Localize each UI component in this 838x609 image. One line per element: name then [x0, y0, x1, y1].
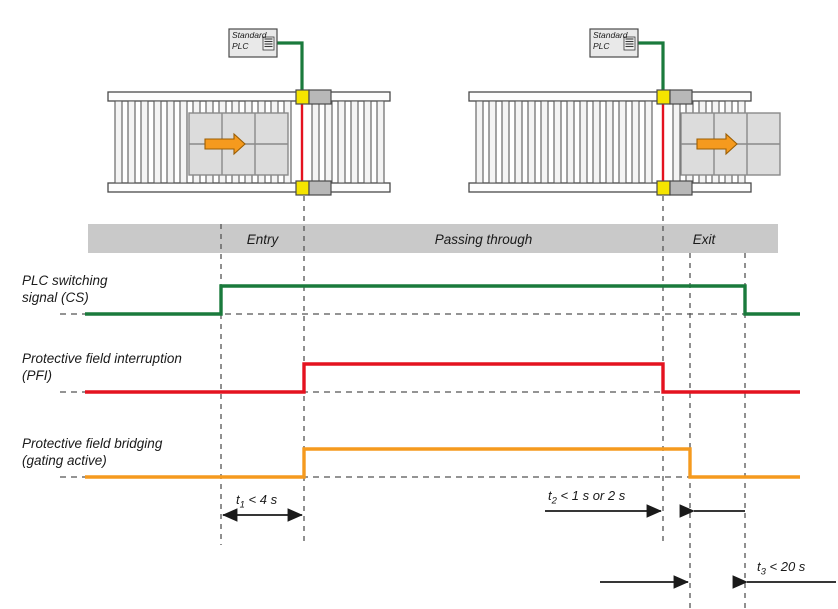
- timing-text: < 20 s: [765, 559, 806, 574]
- plc-label-line2: PLC: [593, 40, 610, 51]
- plc-label-line1: Standard: [593, 30, 628, 40]
- plc-label-line2: PLC: [232, 40, 249, 51]
- timing-text: < 4 s: [244, 492, 278, 507]
- guide-lines: [220, 196, 746, 609]
- plc-caption-right: Standard PLC: [593, 30, 628, 51]
- conveyor-rail-bottom: [468, 182, 752, 193]
- phase-label-entry: Entry: [246, 232, 279, 247]
- timing-text: < 1 s or 2 s: [556, 488, 626, 503]
- conveyor-rail-top: [107, 91, 391, 102]
- signal-label-pfi: Protective field interruption (PFI): [22, 351, 182, 383]
- sensor-bottom: [295, 180, 332, 196]
- conveyor-load: [680, 112, 781, 176]
- plc-caption-left: Standard PLC: [232, 30, 267, 51]
- signal-label-cs: PLC switching signal (CS): [22, 273, 108, 305]
- plc-cable: [637, 41, 665, 97]
- signal-label-bridging: Protective field bridging (gating active…: [22, 436, 163, 468]
- exit-scene: [468, 28, 781, 196]
- plc-cable: [276, 41, 304, 97]
- phase-label-passing: Passing through: [434, 232, 533, 247]
- timing-label-t3: t3 < 20 s: [757, 559, 805, 578]
- timing-diagram: PLC switching signal (CS) Protective fie…: [0, 0, 838, 609]
- timing-label-t2: t2 < 1 s or 2 s: [548, 488, 625, 507]
- phase-label-exit: Exit: [692, 232, 716, 247]
- timing-label-t1: t1 < 4 s: [236, 492, 277, 511]
- conveyor-rail-top: [468, 91, 752, 102]
- sensor-bottom: [656, 180, 693, 196]
- sensor-top: [295, 89, 332, 105]
- entry-scene: [107, 28, 391, 196]
- conveyor-rail-bottom: [107, 182, 391, 193]
- conveyor-load: [188, 112, 289, 176]
- sensor-top: [656, 89, 693, 105]
- timing-arrows: [222, 504, 836, 589]
- plc-label-line1: Standard: [232, 30, 267, 40]
